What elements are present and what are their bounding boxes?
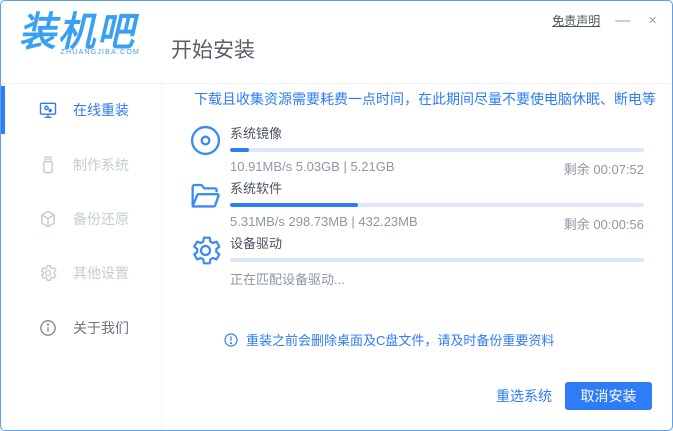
sidebar: 在线重装 制作系统 备份还原 其他设置 关于我们 bbox=[1, 83, 162, 430]
gear-icon bbox=[188, 233, 223, 268]
progress-fill bbox=[230, 148, 249, 152]
sidebar-item-label: 在线重装 bbox=[73, 102, 129, 118]
usb-drive-icon bbox=[38, 155, 58, 175]
progress-bar bbox=[230, 148, 644, 152]
monitor-reinstall-icon bbox=[38, 100, 58, 120]
task-system-image: 系统镜像 10.91MB/s 5.03GB | 5.21GB 剩余 00:07:… bbox=[188, 120, 644, 177]
gear-icon bbox=[38, 263, 58, 283]
disc-icon bbox=[188, 123, 223, 158]
progress-bar bbox=[230, 203, 644, 207]
page-title: 开始安装 bbox=[171, 39, 255, 62]
progress-fill bbox=[230, 203, 359, 207]
sidebar-item-backup-restore[interactable]: 备份还原 bbox=[1, 205, 161, 233]
sidebar-item-label: 制作系统 bbox=[73, 157, 129, 173]
app-window: 装机吧 ZHUANGJIBA.COM 开始安装 免责声明 — × 在线重装 制作… bbox=[0, 0, 673, 431]
task-system-software: 系统软件 5.31MB/s 298.73MB | 432.23MB 剩余 00:… bbox=[188, 175, 644, 232]
backup-warning: 重装之前会删除桌面及C盘文件，请及时备份重要资料 bbox=[223, 330, 554, 349]
backup-cube-icon bbox=[38, 209, 58, 229]
info-icon bbox=[38, 318, 58, 338]
sidebar-item-label: 关于我们 bbox=[73, 320, 129, 336]
sidebar-item-make-system[interactable]: 制作系统 bbox=[1, 151, 161, 179]
task-label: 系统镜像 bbox=[230, 126, 283, 141]
sidebar-item-other-settings[interactable]: 其他设置 bbox=[1, 259, 161, 287]
app-logo: 装机吧 ZHUANGJIBA.COM bbox=[19, 9, 144, 55]
titlebar-controls: 免责声明 — × bbox=[552, 11, 660, 30]
close-button[interactable]: × bbox=[645, 11, 660, 30]
disclaimer-link[interactable]: 免责声明 bbox=[552, 12, 600, 29]
cancel-install-button[interactable]: 取消安装 bbox=[565, 382, 652, 410]
task-label: 系统软件 bbox=[230, 181, 283, 196]
brand-text: 装机吧 bbox=[19, 9, 136, 55]
exclamation-circle-icon bbox=[223, 332, 239, 348]
minimize-button[interactable]: — bbox=[612, 11, 633, 30]
sidebar-item-label: 其他设置 bbox=[73, 265, 129, 281]
folder-icon bbox=[188, 178, 223, 213]
task-label: 设备驱动 bbox=[230, 236, 283, 251]
task-device-drivers: 设备驱动 正在匹配设备驱动... bbox=[188, 230, 644, 287]
sidebar-item-online-reinstall[interactable]: 在线重装 bbox=[1, 96, 161, 124]
sidebar-item-label: 备份还原 bbox=[73, 211, 129, 227]
task-status-text: 正在匹配设备驱动... bbox=[230, 272, 345, 287]
progress-bar bbox=[230, 258, 644, 262]
sidebar-item-about-us[interactable]: 关于我们 bbox=[1, 314, 161, 342]
download-notice: 下载且收集资源需要耗费一点时间，在此期间尽量不要使电脑休眠、断电等 bbox=[194, 91, 656, 107]
warning-text: 重装之前会删除桌面及C盘文件，请及时备份重要资料 bbox=[246, 333, 555, 348]
reselect-system-button[interactable]: 重选系统 bbox=[496, 382, 552, 410]
